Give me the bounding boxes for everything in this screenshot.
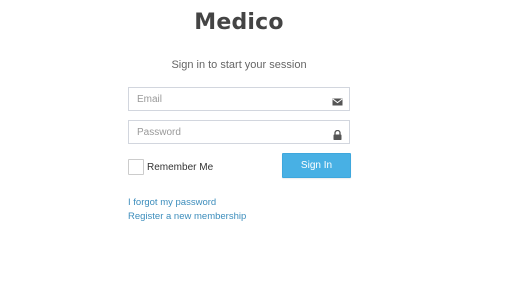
- register-link[interactable]: Register a new membership: [128, 210, 246, 224]
- auth-links: I forgot my password Register a new memb…: [128, 196, 246, 223]
- forgot-password-link[interactable]: I forgot my password: [128, 196, 246, 210]
- logo-text[interactable]: Medico: [128, 10, 350, 35]
- lock-icon: [332, 127, 343, 140]
- password-input[interactable]: [129, 121, 327, 143]
- login-subtitle: Sign in to start your session: [171, 59, 307, 71]
- remember-me-checkbox[interactable]: [128, 159, 144, 175]
- password-field-wrapper: [128, 120, 350, 144]
- remember-me-label[interactable]: Remember Me: [147, 162, 213, 173]
- login-page: Medico Sign in to start your session Rem…: [0, 0, 508, 304]
- email-input[interactable]: [129, 88, 327, 110]
- email-field-wrapper: [128, 87, 350, 111]
- sign-in-button[interactable]: Sign In: [282, 153, 351, 178]
- remember-me[interactable]: Remember Me: [128, 159, 213, 175]
- envelope-icon: [332, 94, 343, 106]
